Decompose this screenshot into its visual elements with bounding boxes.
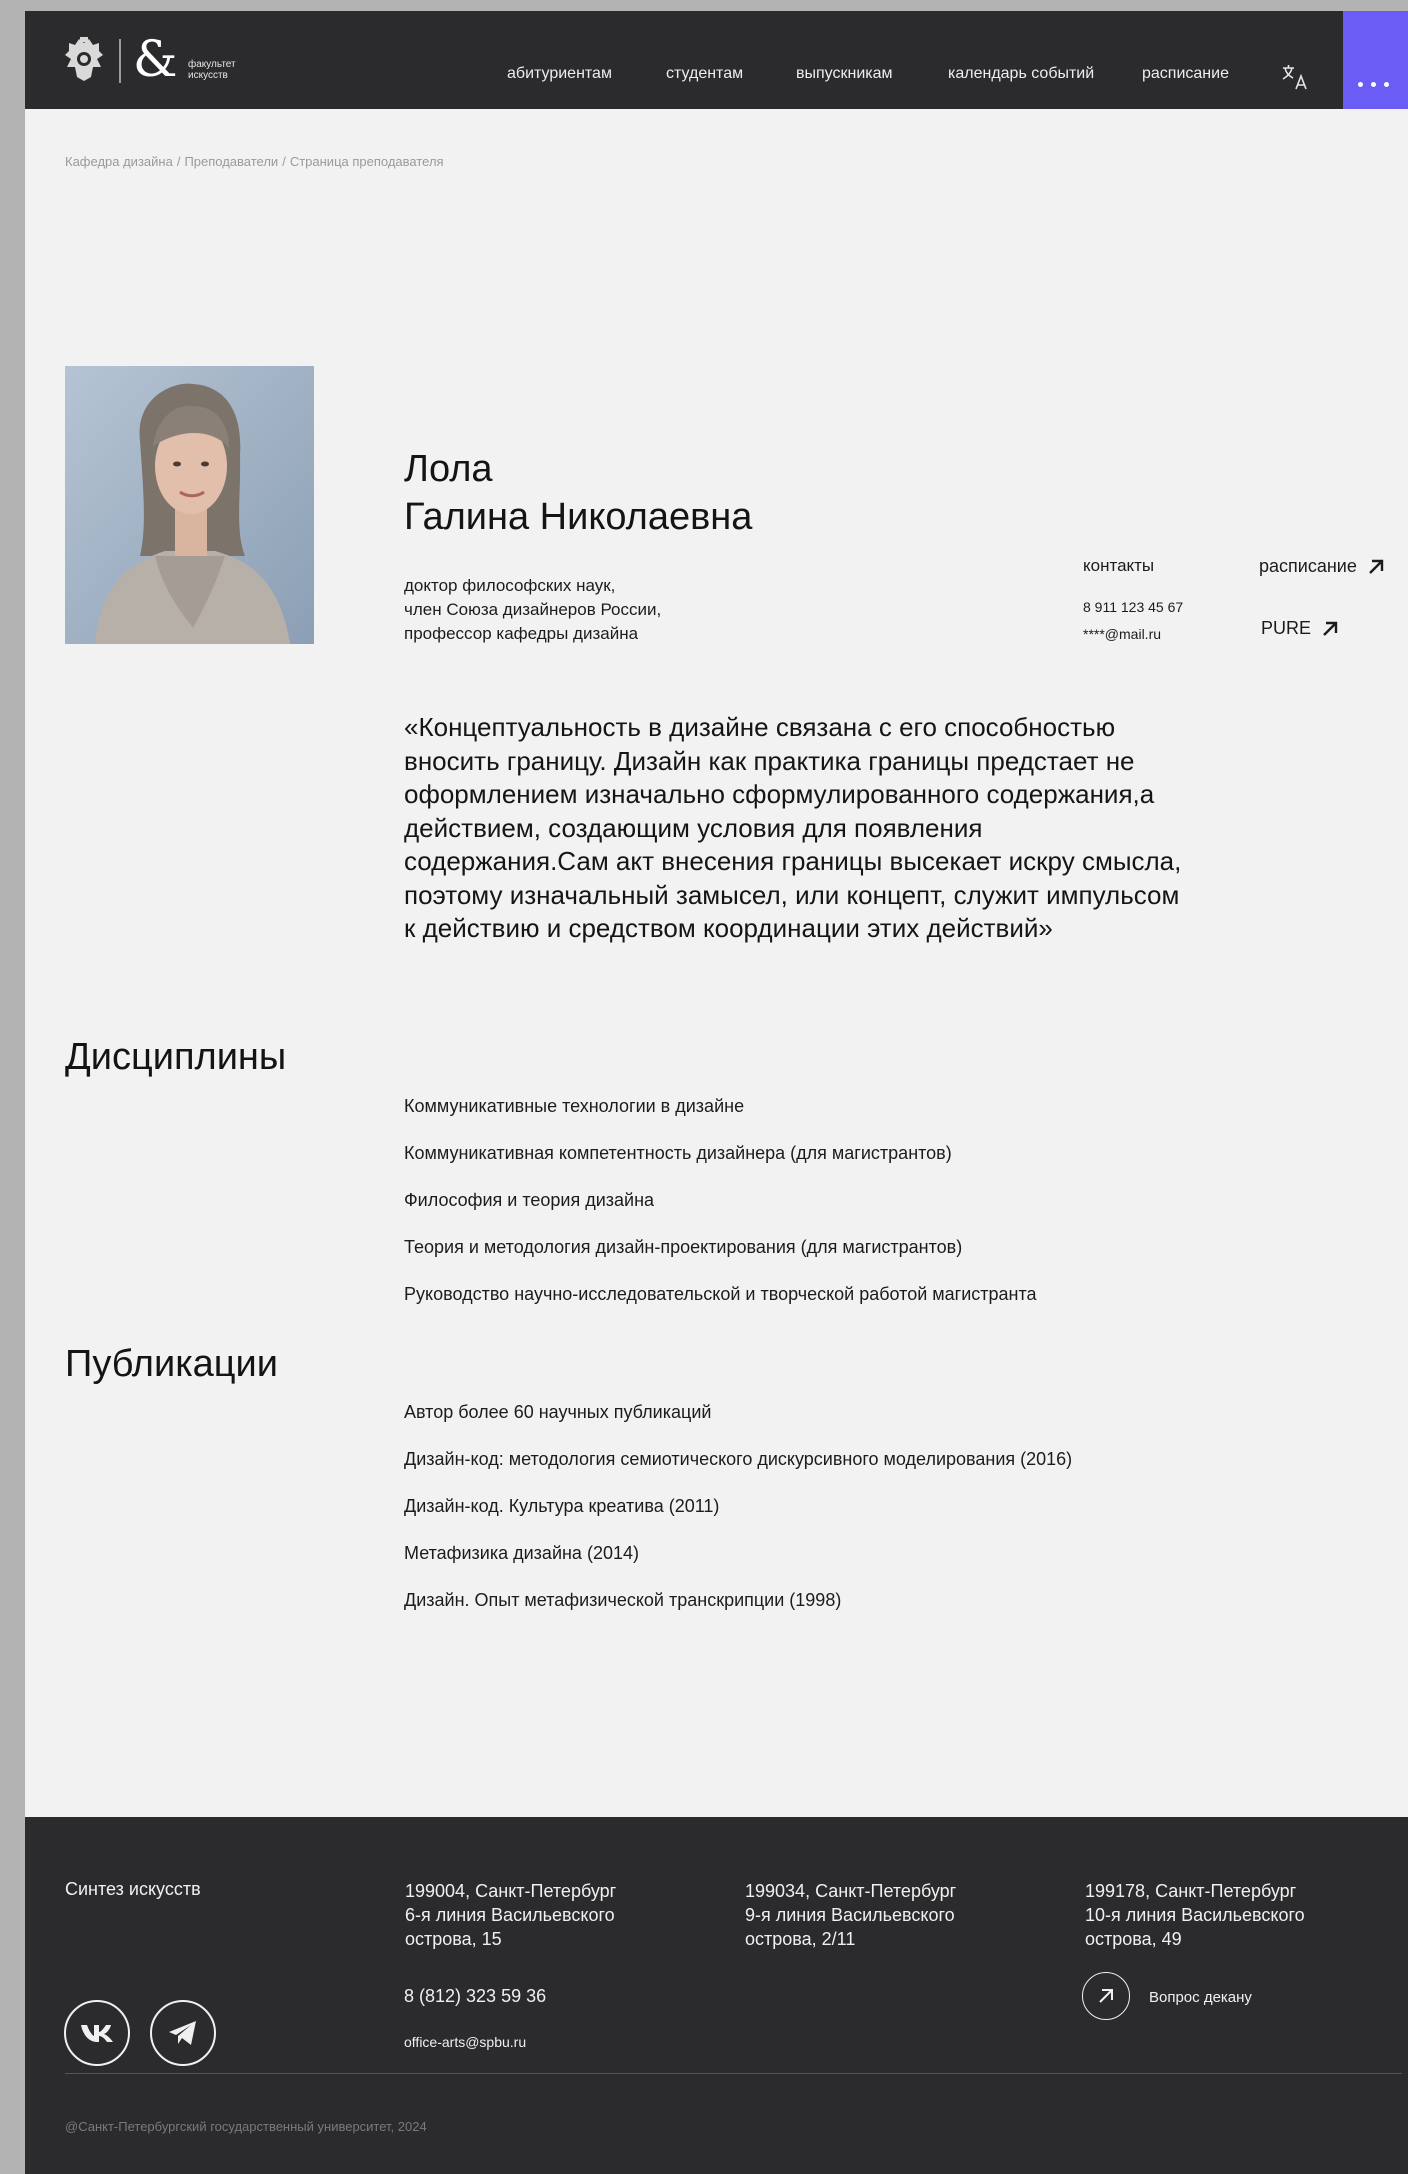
teacher-quote: «Концептуальность в дизайне связана с ег… (404, 712, 1182, 943)
disciplines-title: Дисциплины (65, 1036, 287, 1078)
copyright: @Санкт-Петербургский государственный уни… (65, 2119, 427, 2134)
address-line: острова, 49 (1085, 1929, 1182, 1949)
disciplines-list: Коммуникативные технологии в дизайне Ком… (404, 1094, 1037, 1329)
address-line: 10-я линия Васильевского (1085, 1905, 1305, 1925)
teacher-photo (65, 366, 314, 644)
contacts-label: контакты (1083, 556, 1155, 575)
list-item: Теория и методология дизайн-проектирован… (404, 1237, 963, 1257)
list-item: Метафизика дизайна (2014) (404, 1543, 639, 1563)
logo-text-line1: факультет (188, 59, 236, 70)
footer-brand: Синтез искусств (65, 1879, 201, 1899)
address-line: 199034, Санкт-Петербург (745, 1881, 957, 1901)
address-line: 9-я линия Васильевского (745, 1905, 955, 1925)
footer: Синтез искусств 199004, Санкт-Петербург … (25, 1817, 1408, 2174)
nav-item-graduates[interactable]: выпускникам (796, 65, 893, 83)
address-line: 6-я линия Васильевского (405, 1905, 615, 1925)
pure-link[interactable]: PURE (1261, 618, 1339, 639)
address-line: острова, 2/11 (745, 1929, 856, 1949)
portrait-illustration (65, 366, 314, 644)
publications-title: Публикации (65, 1343, 279, 1385)
credential-line: профессор кафедры дизайна (404, 624, 639, 643)
breadcrumb-separator: / (176, 154, 181, 169)
schedule-link[interactable]: расписание (1259, 556, 1385, 577)
arrow-up-right-icon (1368, 559, 1384, 574)
breadcrumb: Кафедра дизайна / Преподаватели / Страница п… (65, 154, 444, 169)
contact-phone[interactable]: 8 911 123 45 67 (1083, 599, 1183, 615)
address-line: 199178, Санкт-Петербург (1085, 1881, 1297, 1901)
nav-item-events-calendar[interactable]: календарь событий (948, 65, 1094, 83)
footer-address-1: 199004, Санкт-Петербург 6-я линия Василь… (405, 1879, 616, 1951)
vk-button[interactable] (64, 2000, 130, 2066)
contact-email[interactable]: ****@mail.ru (1083, 626, 1161, 642)
schedule-link-label: расписание (1259, 556, 1357, 576)
more-menu-button[interactable] (1343, 11, 1408, 109)
footer-address-3: 199178, Санкт-Петербург 10-я линия Васил… (1085, 1879, 1305, 1951)
logo-divider (119, 39, 121, 83)
telegram-button[interactable] (150, 2000, 216, 2066)
breadcrumb-item-current: Страница преподавателя (289, 154, 444, 169)
credential-line: член Союза дизайнеров России, (404, 600, 662, 619)
vk-icon (81, 2025, 113, 2042)
teacher-credentials: доктор философских наук, член Союза диза… (404, 574, 661, 646)
footer-email[interactable]: office-arts@spbu.ru (404, 2034, 526, 2050)
top-navigation-bar: & факультет искусств абитуриентам студен… (25, 11, 1408, 109)
ask-dean-button[interactable] (1082, 1972, 1130, 2020)
page: & факультет искусств абитуриентам студен… (25, 11, 1408, 2174)
teacher-surname: Лола (404, 448, 493, 490)
footer-divider (65, 2073, 1402, 2074)
teacher-given-names: Галина Николаевна (404, 496, 753, 538)
spbu-emblem-icon[interactable] (63, 37, 105, 83)
arrow-up-right-icon (1323, 621, 1338, 636)
more-dots-icon (1358, 82, 1363, 87)
arrow-up-right-icon (1099, 1989, 1113, 2003)
nav-item-students[interactable]: студентам (666, 65, 743, 83)
more-dots-icon (1371, 82, 1376, 87)
breadcrumb-item-design-department[interactable]: Кафедра дизайна (65, 154, 173, 169)
ask-dean-label[interactable]: Вопрос декану (1149, 1989, 1252, 2006)
nav-item-schedule[interactable]: расписание (1142, 65, 1229, 83)
footer-address-2: 199034, Санкт-Петербург 9-я линия Василь… (745, 1879, 956, 1951)
address-line: 199004, Санкт-Петербург (405, 1881, 617, 1901)
credential-line: доктор философских наук, (404, 576, 616, 595)
logo-text[interactable]: факультет искусств (188, 59, 236, 81)
footer-phone[interactable]: 8 (812) 323 59 36 (404, 1986, 546, 2007)
publications-list: Автор более 60 научных публикаций Дизайн… (404, 1400, 1072, 1635)
list-item: Коммуникативные технологии в дизайне (404, 1096, 745, 1116)
list-item: Коммуникативная компетентность дизайнера… (404, 1143, 952, 1163)
logo-text-line2: искусств (188, 70, 228, 81)
address-line: острова, 15 (405, 1929, 502, 1949)
breadcrumb-item-teachers[interactable]: Преподаватели (184, 154, 278, 169)
breadcrumb-separator: / (282, 154, 286, 169)
list-item: Дизайн. Опыт метафизической транскрипции… (404, 1590, 842, 1610)
logo-ampersand[interactable]: & (133, 31, 178, 87)
telegram-icon (169, 2021, 196, 2045)
list-item: Автор более 60 научных публикаций (404, 1402, 712, 1422)
list-item: Дизайн-код: методология семиотического д… (404, 1449, 1073, 1469)
list-item: Дизайн-код. Культура креатива (2011) (404, 1496, 720, 1516)
teacher-name: Лола Галина Николаевна (404, 445, 752, 541)
more-dots-icon (1384, 82, 1389, 87)
list-item: Философия и теория дизайна (404, 1190, 655, 1210)
nav-item-applicants[interactable]: абитуриентам (507, 65, 612, 83)
translate-icon[interactable] (1280, 63, 1310, 91)
pure-link-label: PURE (1261, 618, 1312, 638)
list-item: Руководство научно-исследовательской и т… (404, 1284, 1037, 1304)
